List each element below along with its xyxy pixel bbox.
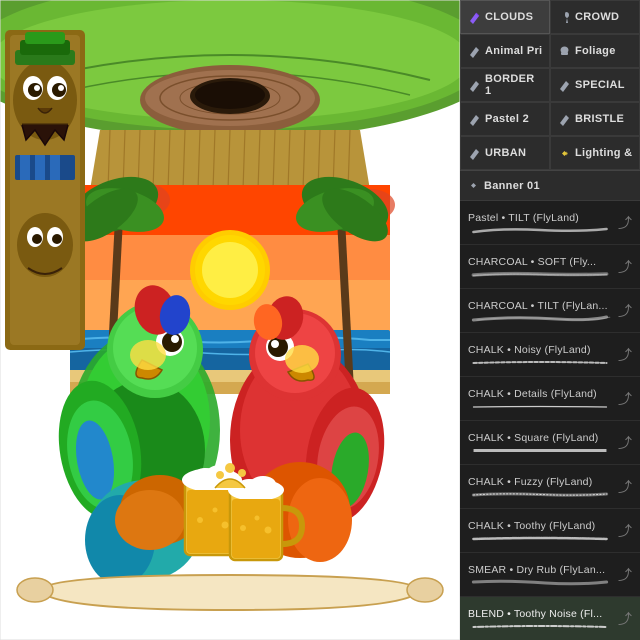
- tab-lighting[interactable]: Lighting &: [550, 136, 640, 170]
- wrench-icon: [557, 10, 571, 24]
- brush-item-6[interactable]: CHALK • Square (FlyLand) ⤴: [460, 421, 640, 465]
- brush-preview-4: CHALK • Noisy (FlyLand): [468, 344, 612, 366]
- brush-item-4[interactable]: CHALK • Noisy (FlyLand) ⤴: [460, 333, 640, 377]
- tab-pastel2[interactable]: Pastel 2: [460, 102, 550, 136]
- brush-tabs: CLOUDS CROWD Animal Pri: [460, 0, 640, 171]
- pencil-purple-icon: [467, 10, 481, 24]
- brush-action-6[interactable]: ⤴: [618, 433, 632, 453]
- tab-bristle[interactable]: BRISTLE: [550, 102, 640, 136]
- brush-item-8[interactable]: CHALK • Toothy (FlyLand) ⤴: [460, 509, 640, 553]
- tab-banner[interactable]: Banner 01: [460, 171, 640, 200]
- brush-name-7: CHALK • Fuzzy (FlyLand): [468, 476, 612, 488]
- special-pencil-icon: [557, 78, 571, 92]
- brush-action-9[interactable]: ⤴: [618, 565, 632, 585]
- tab-urban[interactable]: URBAN: [460, 136, 550, 170]
- brush-stroke-9: [468, 578, 612, 586]
- brush-name-2: CHARCOAL • SOFT (Fly...: [468, 256, 612, 268]
- illustration-svg: [0, 0, 460, 640]
- tab-border[interactable]: BORDER 1: [460, 68, 550, 102]
- brush-stroke-2: [468, 270, 612, 278]
- brush-panel: CLOUDS CROWD Animal Pri: [460, 0, 640, 640]
- brush-preview-9: SMEAR • Dry Rub (FlyLan...: [468, 564, 612, 586]
- brush-action-4[interactable]: ⤴: [618, 345, 632, 365]
- urban-pencil-icon: [467, 146, 481, 160]
- brush-item-2[interactable]: CHARCOAL • SOFT (Fly... ⤴: [460, 245, 640, 289]
- tab-banner-label: Banner 01: [484, 180, 540, 192]
- tab-special-label: SPECIAL: [575, 79, 625, 91]
- brush-stroke-4: [468, 358, 612, 366]
- brush-name-6: CHALK • Square (FlyLand): [468, 432, 612, 444]
- brush-stroke-7: [468, 490, 612, 498]
- bristle-pencil-icon: [557, 112, 571, 126]
- border-pencil-icon: [467, 78, 481, 92]
- brush-action-5[interactable]: ⤴: [618, 389, 632, 409]
- brush-action-3[interactable]: ⤴: [618, 301, 632, 321]
- brush-stroke-3: [468, 314, 612, 322]
- brush-stroke-6: [468, 446, 612, 454]
- brush-name-9: SMEAR • Dry Rub (FlyLan...: [468, 564, 612, 576]
- pencil-gray-icon: [467, 44, 481, 58]
- brush-item-9[interactable]: SMEAR • Dry Rub (FlyLan... ⤴: [460, 553, 640, 597]
- tab-special[interactable]: SPECIAL: [550, 68, 640, 102]
- brush-stroke-10: [468, 622, 612, 630]
- brush-preview-6: CHALK • Square (FlyLand): [468, 432, 612, 454]
- brush-stroke-1: [468, 226, 612, 234]
- tab-lighting-label: Lighting &: [575, 147, 632, 159]
- brush-action-7[interactable]: ⤴: [618, 477, 632, 497]
- brush-name-4: CHALK • Noisy (FlyLand): [468, 344, 612, 356]
- tab-foliage-label: Foliage: [575, 45, 616, 57]
- brush-action-1[interactable]: ⤴: [618, 213, 632, 233]
- brush-preview-2: CHARCOAL • SOFT (Fly...: [468, 256, 612, 278]
- tab-border-label: BORDER 1: [485, 73, 543, 97]
- tab-foliage[interactable]: Foliage: [550, 34, 640, 68]
- brush-action-2[interactable]: ⤴: [618, 257, 632, 277]
- brush-preview-10: BLEND • Toothy Noise (Fl...: [468, 608, 612, 630]
- tab-urban-label: URBAN: [485, 147, 526, 159]
- pastel2-pencil-icon: [467, 112, 481, 126]
- brush-name-1: Pastel • TILT (FlyLand): [468, 212, 612, 224]
- tab-clouds-label: CLOUDS: [485, 11, 533, 23]
- brush-preview-8: CHALK • Toothy (FlyLand): [468, 520, 612, 542]
- brush-action-8[interactable]: ⤴: [618, 521, 632, 541]
- tab-animal[interactable]: Animal Pri: [460, 34, 550, 68]
- brush-item-10[interactable]: BLEND • Toothy Noise (Fl... ⤴: [460, 597, 640, 640]
- brush-name-5: CHALK • Details (FlyLand): [468, 388, 612, 400]
- tab-clouds[interactable]: CLOUDS: [460, 0, 550, 34]
- main-container: CLOUDS CROWD Animal Pri: [0, 0, 640, 640]
- tab-pastel2-label: Pastel 2: [485, 113, 529, 125]
- brush-action-10[interactable]: ⤴: [618, 609, 632, 629]
- brush-name-10: BLEND • Toothy Noise (Fl...: [468, 608, 612, 620]
- banner-diamond-icon: [466, 179, 480, 193]
- brush-name-3: CHARCOAL • TILT (FlyLan...: [468, 300, 612, 312]
- brush-item-7[interactable]: CHALK • Fuzzy (FlyLand) ⤴: [460, 465, 640, 509]
- brush-preview-5: CHALK • Details (FlyLand): [468, 388, 612, 410]
- brush-preview-1: Pastel • TILT (FlyLand): [468, 212, 612, 234]
- stamp-icon: [557, 44, 571, 58]
- tab-bristle-label: BRISTLE: [575, 113, 624, 125]
- brush-item-1[interactable]: Pastel • TILT (FlyLand) ⤴: [460, 201, 640, 245]
- brush-preview-7: CHALK • Fuzzy (FlyLand): [468, 476, 612, 498]
- illustration-area: [0, 0, 460, 640]
- tab-animal-label: Animal Pri: [485, 45, 542, 57]
- brush-stroke-8: [468, 534, 612, 542]
- tab-crowd-label: CROWD: [575, 11, 619, 23]
- brush-stroke-5: [468, 402, 612, 410]
- brush-item-3[interactable]: CHARCOAL • TILT (FlyLan... ⤴: [460, 289, 640, 333]
- brush-name-8: CHALK • Toothy (FlyLand): [468, 520, 612, 532]
- brush-preview-3: CHARCOAL • TILT (FlyLan...: [468, 300, 612, 322]
- tab-crowd[interactable]: CROWD: [550, 0, 640, 34]
- brush-list[interactable]: Pastel • TILT (FlyLand) ⤴ CHARCOAL • SOF…: [460, 201, 640, 640]
- diamond-icon: [557, 146, 571, 160]
- brush-item-5[interactable]: CHALK • Details (FlyLand) ⤴: [460, 377, 640, 421]
